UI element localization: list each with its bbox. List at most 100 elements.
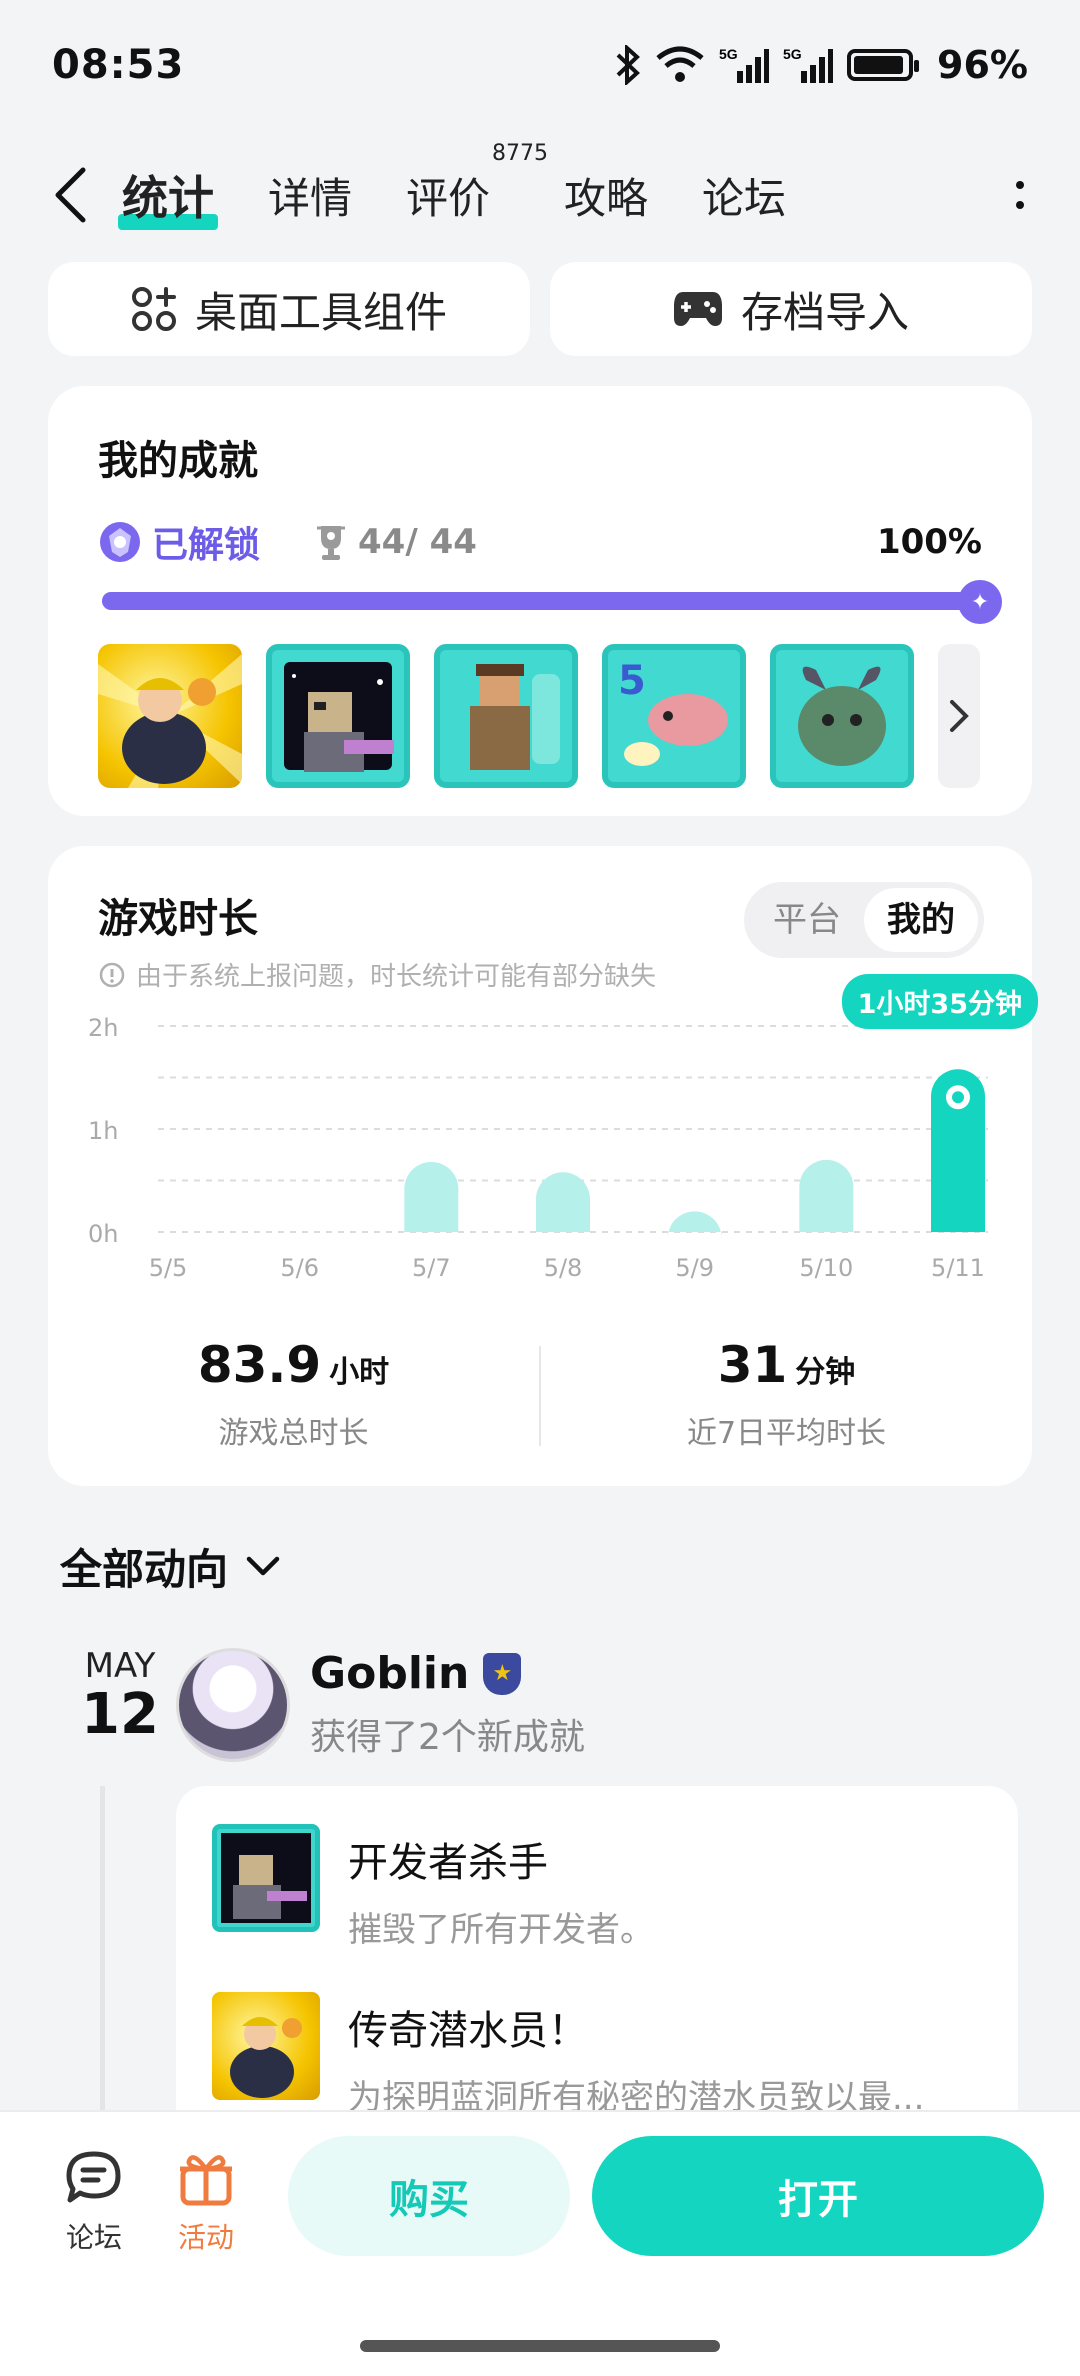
bottom-forum-label: 论坛	[65, 2221, 122, 2254]
buy-button[interactable]: 购买	[288, 2136, 570, 2256]
achievement-progress-fill	[102, 592, 982, 610]
feed-filter-dropdown[interactable]: 全部动向	[60, 1536, 280, 1597]
fish-art-icon: 5	[618, 658, 728, 766]
bottom-activity-button[interactable]: 活动	[156, 2148, 256, 2256]
chart-bar	[536, 1172, 590, 1232]
total-playtime: 83.9 小时 游戏总时长	[48, 1336, 539, 1452]
chart-bar	[799, 1159, 854, 1232]
bluetooth-icon	[616, 45, 640, 85]
username: Goblin	[310, 1648, 470, 1699]
list-item[interactable]: 传奇潜水员！ 为探明蓝洞所有秘密的潜水员致以最...	[212, 1992, 988, 2119]
gift-icon	[176, 2148, 236, 2208]
average-playtime-label: 近7日平均时长	[686, 1416, 887, 1451]
achievement-thumb-dev-killer	[212, 1824, 320, 1932]
unlock-badge-icon	[100, 522, 140, 562]
achievements-card[interactable]: 我的成就 已解锁 44/ 44 100% ✦ 5	[48, 386, 1032, 816]
achievement-badge-diver[interactable]	[98, 644, 242, 788]
total-playtime-value: 83.9	[197, 1336, 322, 1394]
open-button[interactable]: 打开	[592, 2136, 1044, 2256]
playtime-notice-text: 由于系统上报问题，时长统计可能有部分缺失	[136, 962, 657, 992]
network-type: 5G	[719, 46, 738, 62]
chart-highlight-label: 1小时35分钟	[841, 974, 1038, 1029]
top-nav: 统计 详情 评价 8775 攻略 论坛	[0, 140, 1080, 250]
achievement-title: 传奇潜水员！	[348, 2008, 588, 2054]
average-playtime-unit: 分钟	[795, 1355, 856, 1390]
feed-summary: 获得了2个新成就	[310, 1717, 585, 1758]
list-item[interactable]: 开发者杀手 摧毁了所有开发者。	[212, 1824, 988, 1951]
chart-y-tick-label: 0h	[88, 1220, 118, 1248]
reviews-count-badge: 8775	[492, 140, 549, 166]
segment-platform[interactable]: 平台	[750, 888, 864, 952]
chart-x-tick-label: 5/10	[799, 1254, 853, 1282]
chart-x-tick-label: 5/9	[675, 1254, 714, 1282]
avatar[interactable]	[176, 1648, 290, 1762]
playtime-card: 游戏时长 由于系统上报问题，时长统计可能有部分缺失 平台 我的 0h 1h 2h 5/…	[48, 846, 1038, 1486]
chart-y-tick-label: 2h	[88, 1016, 118, 1042]
save-import-label: 存档导入	[740, 287, 909, 337]
achievement-badge-monster[interactable]	[770, 644, 914, 788]
battery-percent: 96%	[937, 43, 1028, 87]
bottom-action-bar: 论坛 活动 购买 打开	[0, 2110, 1080, 2376]
feed-day: 12	[81, 1682, 159, 1747]
playtime-stats: 83.9 小时 游戏总时长 31 分钟 近7日平均时长	[48, 1336, 1032, 1452]
achievement-thumb-diver	[212, 1992, 320, 2100]
achievements-title: 我的成就	[98, 438, 258, 484]
bottom-activity-label: 活动	[177, 2221, 234, 2254]
tab-guides[interactable]: 攻略	[564, 155, 648, 236]
nav-tabs: 统计 详情 评价 8775 攻略 论坛	[118, 141, 1000, 238]
playtime-chart-svg: 0h 1h 2h 5/5 5/6 5/7 5/8 5/9 5/10 5/11	[88, 1014, 988, 1282]
back-button[interactable]	[40, 165, 100, 225]
status-icons: 5G 5G 96%	[615, 43, 1028, 87]
chevron-right-icon	[950, 700, 969, 732]
more-options-icon[interactable]	[1000, 165, 1040, 225]
average-playtime-value: 31	[717, 1336, 788, 1394]
bottom-forum-button[interactable]: 论坛	[44, 2148, 144, 2256]
sparkle-icon: ✦	[958, 580, 1002, 624]
dev-killer-thumb-icon	[221, 1833, 311, 1923]
chevron-down-icon	[246, 1556, 280, 1575]
feed-username[interactable]: Goblin ★	[310, 1648, 522, 1699]
more-achievements-button[interactable]	[938, 644, 980, 788]
achievement-badge-dev-killer[interactable]	[266, 644, 410, 788]
chevron-left-icon	[55, 167, 86, 223]
tab-details[interactable]: 详情	[268, 155, 352, 236]
achievements-summary: 已解锁 44/ 44 100%	[98, 516, 982, 568]
achievement-desc: 摧毁了所有开发者。	[348, 1910, 654, 1950]
chart-x-tick-label: 5/11	[931, 1254, 985, 1282]
tab-stats[interactable]: 统计	[118, 152, 218, 238]
total-playtime-label: 游戏总时长	[218, 1416, 369, 1451]
forum-chat-icon	[64, 2148, 124, 2208]
achievement-title: 开发者杀手	[348, 1840, 548, 1886]
achievement-badge-fish[interactable]: 5	[602, 644, 746, 788]
timeline-line	[100, 1786, 105, 2116]
desktop-widget-button[interactable]: 桌面工具组件	[48, 262, 530, 356]
dev-killer-art-icon	[292, 674, 394, 772]
chart-x-tick-label: 5/7	[412, 1254, 451, 1282]
total-playtime-unit: 小时	[329, 1355, 390, 1390]
chart-x-tick-label: 5/5	[149, 1254, 188, 1282]
home-indicator[interactable]	[360, 2340, 720, 2352]
tab-reviews[interactable]: 评价 8775	[406, 141, 548, 236]
save-import-button[interactable]: 存档导入	[550, 262, 1032, 356]
feed-filter-label: 全部动向	[60, 1545, 229, 1594]
tool-row: 桌面工具组件 存档导入	[48, 262, 1032, 356]
playtime-segment-control: 平台 我的	[744, 882, 984, 958]
chart-highlight-marker-dot	[952, 1091, 964, 1104]
explorer-art-icon	[470, 664, 560, 770]
feed-month: MAY	[84, 1646, 156, 1686]
wifi-icon	[656, 46, 704, 82]
svg-text:5: 5	[618, 658, 646, 704]
tab-forum[interactable]: 论坛	[702, 155, 786, 236]
chart-x-tick-label: 5/8	[544, 1254, 583, 1282]
widget-grid-icon	[131, 287, 176, 331]
tab-reviews-label: 评价	[406, 173, 491, 223]
achievement-progress-bar: ✦	[102, 580, 1002, 624]
playtime-chart: 0h 1h 2h 5/5 5/6 5/7 5/8 5/9 5/10 5/11 1小时35分钟	[88, 974, 1038, 1286]
achievement-badge-explorer[interactable]	[434, 644, 578, 788]
unlocked-status: 已解锁	[98, 516, 260, 568]
segment-mine[interactable]: 我的	[864, 888, 978, 952]
chart-x-tick-label: 5/6	[280, 1254, 319, 1282]
battery-icon	[847, 49, 920, 81]
chart-y-tick-label: 1h	[88, 1117, 118, 1145]
trophy-icon	[317, 526, 346, 560]
